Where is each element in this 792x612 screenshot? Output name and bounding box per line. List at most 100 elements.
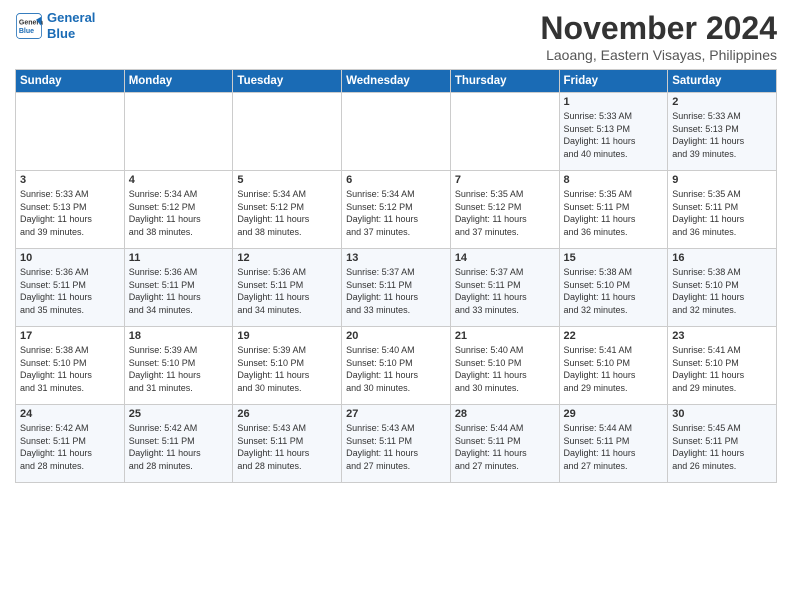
- day-info: Sunrise: 5:33 AM Sunset: 5:13 PM Dayligh…: [20, 188, 120, 238]
- day-number: 23: [672, 330, 772, 342]
- day-number: 27: [346, 408, 446, 420]
- calendar-day-cell: 21 Sunrise: 5:40 AM Sunset: 5:10 PM Dayli…: [450, 327, 559, 405]
- calendar-day-cell: 10 Sunrise: 5:36 AM Sunset: 5:11 PM Dayli…: [16, 249, 125, 327]
- day-number: 14: [455, 252, 555, 264]
- day-info: Sunrise: 5:35 AM Sunset: 5:11 PM Dayligh…: [564, 188, 664, 238]
- calendar-day-cell: [342, 93, 451, 171]
- day-info: Sunrise: 5:38 AM Sunset: 5:10 PM Dayligh…: [564, 266, 664, 316]
- day-info: Sunrise: 5:36 AM Sunset: 5:11 PM Dayligh…: [237, 266, 337, 316]
- calendar-day-cell: 16Sunrise: 5:38 AM Sunset: 5:10 PM Dayli…: [668, 249, 777, 327]
- calendar-day-cell: 28 Sunrise: 5:44 AM Sunset: 5:11 PM Dayli…: [450, 405, 559, 483]
- calendar-day-cell: 27 Sunrise: 5:43 AM Sunset: 5:11 PM Dayli…: [342, 405, 451, 483]
- day-info: Sunrise: 5:41 AM Sunset: 5:10 PM Dayligh…: [564, 344, 664, 394]
- weekday-header-cell: Sunday: [16, 70, 125, 93]
- calendar-day-cell: [450, 93, 559, 171]
- calendar-day-cell: 23Sunrise: 5:41 AM Sunset: 5:10 PM Dayli…: [668, 327, 777, 405]
- day-number: 5: [237, 174, 337, 186]
- logo-icon: General Blue: [15, 12, 43, 40]
- day-info: Sunrise: 5:43 AM Sunset: 5:11 PM Dayligh…: [237, 422, 337, 472]
- day-info: Sunrise: 5:45 AM Sunset: 5:11 PM Dayligh…: [672, 422, 772, 472]
- day-number: 1: [564, 96, 664, 108]
- calendar-day-cell: 22 Sunrise: 5:41 AM Sunset: 5:10 PM Dayli…: [559, 327, 668, 405]
- day-number: 18: [129, 330, 229, 342]
- calendar-day-cell: 7Sunrise: 5:35 AM Sunset: 5:12 PM Daylig…: [450, 171, 559, 249]
- weekday-header-cell: Tuesday: [233, 70, 342, 93]
- weekday-header-cell: Friday: [559, 70, 668, 93]
- day-info: Sunrise: 5:36 AM Sunset: 5:11 PM Dayligh…: [20, 266, 120, 316]
- day-number: 15: [564, 252, 664, 264]
- day-info: Sunrise: 5:34 AM Sunset: 5:12 PM Dayligh…: [346, 188, 446, 238]
- calendar-day-cell: 6 Sunrise: 5:34 AM Sunset: 5:12 PM Daylig…: [342, 171, 451, 249]
- day-info: Sunrise: 5:44 AM Sunset: 5:11 PM Dayligh…: [564, 422, 664, 472]
- day-info: Sunrise: 5:42 AM Sunset: 5:11 PM Dayligh…: [20, 422, 120, 472]
- day-info: Sunrise: 5:37 AM Sunset: 5:11 PM Dayligh…: [455, 266, 555, 316]
- calendar-day-cell: 9Sunrise: 5:35 AM Sunset: 5:11 PM Daylig…: [668, 171, 777, 249]
- calendar-day-cell: 24 Sunrise: 5:42 AM Sunset: 5:11 PM Dayli…: [16, 405, 125, 483]
- weekday-header-cell: Saturday: [668, 70, 777, 93]
- day-info: Sunrise: 5:39 AM Sunset: 5:10 PM Dayligh…: [237, 344, 337, 394]
- calendar-day-cell: 17Sunrise: 5:38 AM Sunset: 5:10 PM Dayli…: [16, 327, 125, 405]
- calendar-day-cell: [124, 93, 233, 171]
- day-number: 25: [129, 408, 229, 420]
- calendar-day-cell: 1 Sunrise: 5:33 AM Sunset: 5:13 PM Daylig…: [559, 93, 668, 171]
- day-number: 12: [237, 252, 337, 264]
- day-info: Sunrise: 5:42 AM Sunset: 5:11 PM Dayligh…: [129, 422, 229, 472]
- calendar-day-cell: 12 Sunrise: 5:36 AM Sunset: 5:11 PM Dayli…: [233, 249, 342, 327]
- calendar-day-cell: 15 Sunrise: 5:38 AM Sunset: 5:10 PM Dayli…: [559, 249, 668, 327]
- day-info: Sunrise: 5:33 AM Sunset: 5:13 PM Dayligh…: [672, 110, 772, 160]
- weekday-header-cell: Thursday: [450, 70, 559, 93]
- calendar-body: 1 Sunrise: 5:33 AM Sunset: 5:13 PM Daylig…: [16, 93, 777, 483]
- calendar-day-cell: 25 Sunrise: 5:42 AM Sunset: 5:11 PM Dayli…: [124, 405, 233, 483]
- day-number: 13: [346, 252, 446, 264]
- day-number: 22: [564, 330, 664, 342]
- day-number: 19: [237, 330, 337, 342]
- calendar-day-cell: 30 Sunrise: 5:45 AM Sunset: 5:11 PM Dayli…: [668, 405, 777, 483]
- title-block: November 2024 Laoang, Eastern Visayas, P…: [540, 10, 777, 63]
- calendar-day-cell: 14 Sunrise: 5:37 AM Sunset: 5:11 PM Dayli…: [450, 249, 559, 327]
- weekday-header-row: SundayMondayTuesdayWednesdayThursdayFrid…: [16, 70, 777, 93]
- calendar-day-cell: 18 Sunrise: 5:39 AM Sunset: 5:10 PM Dayli…: [124, 327, 233, 405]
- calendar-day-cell: 19 Sunrise: 5:39 AM Sunset: 5:10 PM Dayli…: [233, 327, 342, 405]
- day-info: Sunrise: 5:37 AM Sunset: 5:11 PM Dayligh…: [346, 266, 446, 316]
- weekday-header-cell: Wednesday: [342, 70, 451, 93]
- day-number: 3: [20, 174, 120, 186]
- day-info: Sunrise: 5:34 AM Sunset: 5:12 PM Dayligh…: [129, 188, 229, 238]
- calendar-day-cell: 13 Sunrise: 5:37 AM Sunset: 5:11 PM Dayli…: [342, 249, 451, 327]
- day-number: 24: [20, 408, 120, 420]
- calendar-day-cell: 26 Sunrise: 5:43 AM Sunset: 5:11 PM Dayli…: [233, 405, 342, 483]
- logo: General Blue GeneralBlue: [15, 10, 95, 41]
- day-number: 11: [129, 252, 229, 264]
- calendar-week-row: 10 Sunrise: 5:36 AM Sunset: 5:11 PM Dayli…: [16, 249, 777, 327]
- calendar-week-row: 1 Sunrise: 5:33 AM Sunset: 5:13 PM Daylig…: [16, 93, 777, 171]
- day-number: 7: [455, 174, 555, 186]
- location-subtitle: Laoang, Eastern Visayas, Philippines: [540, 47, 777, 63]
- calendar-day-cell: 2 Sunrise: 5:33 AM Sunset: 5:13 PM Daylig…: [668, 93, 777, 171]
- day-info: Sunrise: 5:39 AM Sunset: 5:10 PM Dayligh…: [129, 344, 229, 394]
- day-info: Sunrise: 5:43 AM Sunset: 5:11 PM Dayligh…: [346, 422, 446, 472]
- day-number: 30: [672, 408, 772, 420]
- day-number: 26: [237, 408, 337, 420]
- day-number: 10: [20, 252, 120, 264]
- calendar-day-cell: 11Sunrise: 5:36 AM Sunset: 5:11 PM Dayli…: [124, 249, 233, 327]
- day-number: 17: [20, 330, 120, 342]
- day-number: 8: [564, 174, 664, 186]
- day-info: Sunrise: 5:35 AM Sunset: 5:11 PM Dayligh…: [672, 188, 772, 238]
- weekday-header-cell: Monday: [124, 70, 233, 93]
- calendar-week-row: 17Sunrise: 5:38 AM Sunset: 5:10 PM Dayli…: [16, 327, 777, 405]
- calendar-week-row: 24 Sunrise: 5:42 AM Sunset: 5:11 PM Dayli…: [16, 405, 777, 483]
- logo-text: GeneralBlue: [47, 10, 95, 41]
- day-info: Sunrise: 5:40 AM Sunset: 5:10 PM Dayligh…: [455, 344, 555, 394]
- calendar-day-cell: 8 Sunrise: 5:35 AM Sunset: 5:11 PM Daylig…: [559, 171, 668, 249]
- day-number: 20: [346, 330, 446, 342]
- day-info: Sunrise: 5:44 AM Sunset: 5:11 PM Dayligh…: [455, 422, 555, 472]
- calendar-week-row: 3 Sunrise: 5:33 AM Sunset: 5:13 PM Daylig…: [16, 171, 777, 249]
- calendar-day-cell: 20Sunrise: 5:40 AM Sunset: 5:10 PM Dayli…: [342, 327, 451, 405]
- day-number: 4: [129, 174, 229, 186]
- day-number: 16: [672, 252, 772, 264]
- day-number: 6: [346, 174, 446, 186]
- day-number: 2: [672, 96, 772, 108]
- svg-text:Blue: Blue: [19, 28, 34, 35]
- day-number: 28: [455, 408, 555, 420]
- day-number: 21: [455, 330, 555, 342]
- day-info: Sunrise: 5:33 AM Sunset: 5:13 PM Dayligh…: [564, 110, 664, 160]
